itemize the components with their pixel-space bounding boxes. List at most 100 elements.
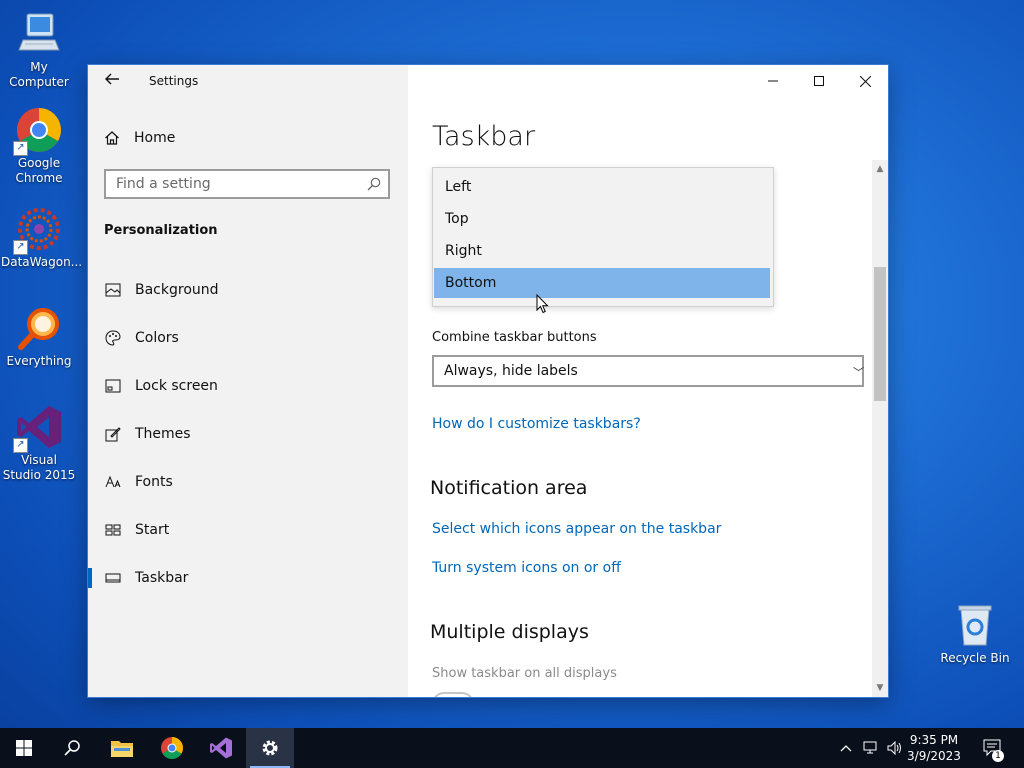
- sidebar-item-fonts[interactable]: Fonts: [88, 464, 408, 500]
- scrollbar[interactable]: ▲ ▼: [872, 160, 888, 697]
- scrollbar-thumb[interactable]: [874, 267, 886, 401]
- sidebar-item-background[interactable]: Background: [88, 272, 408, 308]
- sidebar-item-start[interactable]: Start: [88, 512, 408, 548]
- combine-buttons-label: Combine taskbar buttons: [432, 330, 597, 345]
- magnifier-icon: [15, 304, 63, 352]
- shortcut-arrow-icon: ↗: [13, 240, 28, 255]
- desktop-icon-label: Google Chrome: [15, 156, 63, 185]
- windows-start-icon: [16, 740, 32, 756]
- taskbar: 9:35 PM 3/9/2023 1: [0, 728, 1024, 768]
- sidebar-item-label: Themes: [135, 426, 191, 442]
- chrome-icon: ↗: [13, 106, 63, 156]
- sidebar-item-label: Lock screen: [135, 378, 218, 394]
- chevron-up-icon: [840, 745, 852, 752]
- dropdown-option-right[interactable]: Right: [434, 236, 770, 266]
- back-button[interactable]: [100, 71, 124, 93]
- desktop-icon-google-chrome[interactable]: ↗ Google Chrome: [1, 106, 77, 186]
- show-hidden-icons-button[interactable]: [836, 728, 856, 768]
- sidebar-item-themes[interactable]: Themes: [88, 416, 408, 452]
- scroll-down-icon[interactable]: ▼: [872, 681, 888, 695]
- desktop-icon-datawagon[interactable]: ↗ DataWagon...: [1, 205, 83, 270]
- customize-taskbars-link[interactable]: How do I customize taskbars?: [432, 416, 641, 432]
- sidebar-item-label: Taskbar: [135, 570, 189, 586]
- system-icons-link[interactable]: Turn system icons on or off: [432, 560, 621, 576]
- search-icon: [367, 177, 381, 191]
- desktop-icon-label: Recycle Bin: [940, 651, 1010, 665]
- dropdown-option-bottom[interactable]: Bottom: [434, 268, 770, 298]
- datawagon-icon: ↗: [13, 205, 63, 255]
- page-title: Taskbar: [432, 121, 536, 152]
- dropdown-option-left[interactable]: Left: [434, 172, 770, 202]
- clock-time: 9:35 PM: [909, 733, 959, 747]
- search-input[interactable]: Find a setting: [104, 169, 390, 199]
- desktop-icon-label: DataWagon...: [1, 255, 83, 269]
- speaker-icon: [887, 741, 901, 755]
- start-button[interactable]: [0, 728, 48, 768]
- visual-studio-icon: ↗: [13, 403, 63, 453]
- app-title: Settings: [149, 74, 199, 88]
- settings-nav-pane: Settings Home Find a setting Personaliza…: [88, 65, 408, 697]
- mouse-cursor-icon: [536, 294, 549, 314]
- action-center-button[interactable]: 1: [976, 728, 1010, 768]
- start-icon: [105, 524, 121, 536]
- title-bar: Settings: [88, 65, 408, 99]
- volume-button[interactable]: [884, 728, 906, 768]
- picture-icon: [105, 283, 121, 297]
- recycle-bin-icon: [951, 601, 999, 649]
- combine-buttons-value: Always, hide labels: [444, 363, 578, 379]
- shortcut-arrow-icon: ↗: [13, 141, 28, 156]
- network-button[interactable]: [860, 728, 882, 768]
- sidebar-item-colors[interactable]: Colors: [88, 320, 408, 356]
- scroll-up-icon[interactable]: ▲: [872, 162, 888, 176]
- combine-buttons-select[interactable]: Always, hide labels ﹀: [432, 355, 864, 387]
- chevron-down-icon: ﹀: [853, 366, 864, 379]
- sidebar-item-lock-screen[interactable]: Lock screen: [88, 368, 408, 404]
- desktop-icon-my-computer[interactable]: My Computer: [1, 10, 77, 90]
- taskbar-chrome[interactable]: [148, 728, 196, 768]
- sidebar-item-label: Start: [135, 522, 170, 538]
- settings-content: Taskbar Left Top Right Bottom Combine ta…: [408, 65, 888, 697]
- taskbar-settings[interactable]: [246, 728, 294, 768]
- settings-window: Settings Home Find a setting Personaliza…: [88, 65, 888, 697]
- back-arrow-icon: [105, 73, 119, 85]
- desktop-icon-label: Everything: [6, 354, 72, 368]
- notification-area-heading: Notification area: [430, 477, 588, 499]
- desktop-icon-visual-studio[interactable]: ↗ Visual Studio 2015: [1, 403, 77, 483]
- sidebar-item-taskbar[interactable]: Taskbar: [88, 560, 408, 596]
- sidebar-item-label: Fonts: [135, 474, 173, 490]
- desktop-icon-label: My Computer: [9, 60, 69, 89]
- taskbar-visual-studio[interactable]: [197, 728, 245, 768]
- taskbar-file-explorer[interactable]: [98, 728, 146, 768]
- desktop-icon-everything[interactable]: Everything: [1, 304, 77, 369]
- brush-icon: [105, 427, 121, 442]
- file-explorer-icon: [111, 741, 133, 757]
- search-icon: [64, 740, 80, 756]
- clock[interactable]: 9:35 PM 3/9/2023: [904, 732, 964, 764]
- notification-count-badge: 1: [992, 750, 1004, 762]
- home-nav-item[interactable]: Home: [104, 127, 175, 149]
- home-icon: [105, 131, 119, 145]
- taskbar-search-button[interactable]: [48, 728, 96, 768]
- palette-icon: [105, 330, 121, 346]
- settings-icon: [262, 740, 278, 756]
- desktop-icon-label: Visual Studio 2015: [2, 453, 76, 482]
- font-icon: [105, 475, 121, 488]
- taskbar-icon: [105, 573, 121, 583]
- multiple-displays-heading: Multiple displays: [430, 621, 589, 643]
- network-icon: [863, 741, 877, 754]
- taskbar-location-dropdown[interactable]: Left Top Right Bottom: [432, 167, 774, 307]
- home-label: Home: [134, 130, 176, 146]
- show-on-all-displays-toggle[interactable]: [432, 692, 474, 697]
- select-icons-link[interactable]: Select which icons appear on the taskbar: [432, 521, 721, 537]
- section-heading: Personalization: [104, 223, 218, 238]
- desktop-icon-recycle-bin[interactable]: Recycle Bin: [937, 601, 1013, 666]
- show-on-all-displays-label: Show taskbar on all displays: [432, 666, 617, 681]
- chrome-icon: [161, 737, 183, 759]
- search-placeholder: Find a setting: [116, 176, 211, 192]
- dropdown-option-top[interactable]: Top: [434, 204, 770, 234]
- computer-icon: [15, 10, 63, 58]
- visual-studio-icon: [210, 737, 232, 759]
- sidebar-item-label: Colors: [135, 330, 179, 346]
- clock-date: 3/9/2023: [907, 749, 961, 763]
- lock-screen-icon: [105, 379, 121, 393]
